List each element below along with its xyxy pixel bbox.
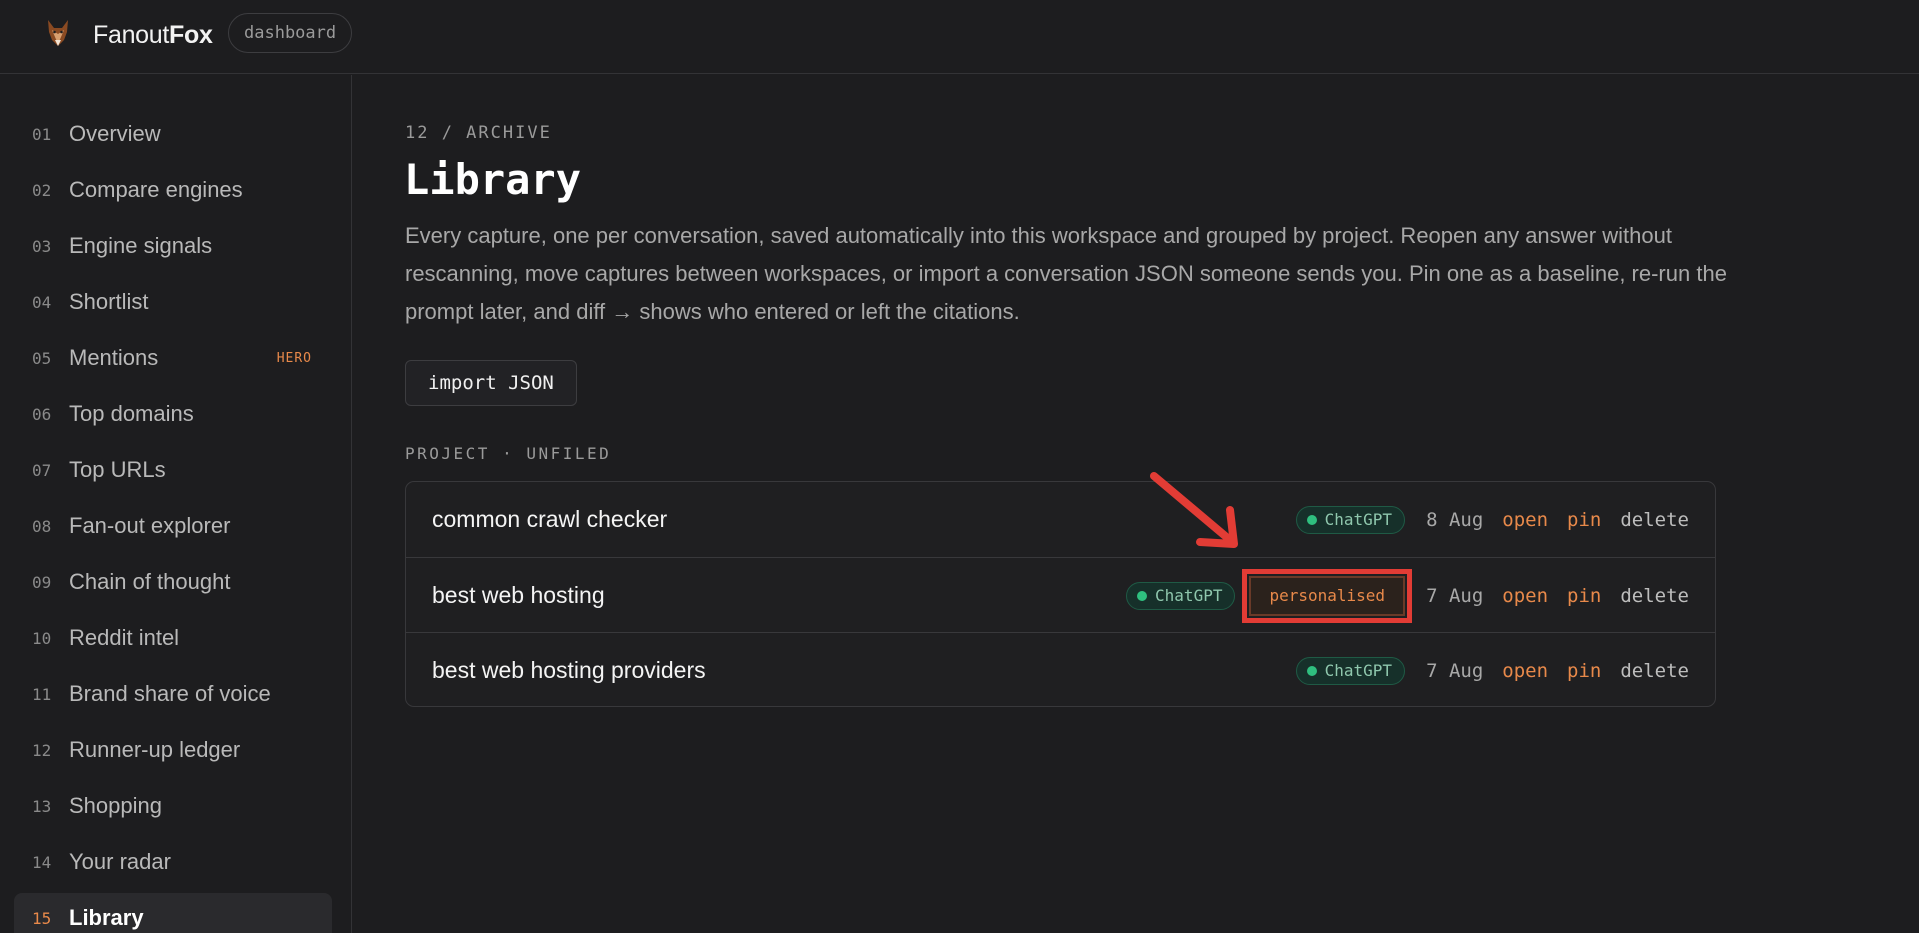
sidebar-item-number: 13 bbox=[32, 797, 52, 816]
sidebar-item-number: 10 bbox=[32, 629, 52, 648]
capture-list: common crawl checker ChatGPT 8 Aug open … bbox=[405, 481, 1716, 707]
sidebar-item-chain-of-thought[interactable]: 09 Chain of thought bbox=[14, 557, 332, 607]
sidebar-item-shortlist[interactable]: 04 Shortlist bbox=[14, 277, 332, 327]
sidebar-item-number: 04 bbox=[32, 293, 52, 312]
capture-actions: ChatGPT 8 Aug open pin delete bbox=[1295, 482, 1689, 557]
section-eyebrow: 12 / ARCHIVE bbox=[405, 123, 552, 143]
brand-bold: Fox bbox=[169, 21, 213, 49]
sidebar-item-number: 08 bbox=[32, 517, 52, 536]
open-link[interactable]: open bbox=[1502, 585, 1548, 607]
sidebar-item-label: Chain of thought bbox=[69, 569, 231, 594]
hero-badge: HERO bbox=[276, 351, 312, 366]
pin-link[interactable]: pin bbox=[1567, 585, 1601, 607]
page-description: Every capture, one per conversation, sav… bbox=[405, 223, 1727, 324]
sidebar-item-label: Top URLs bbox=[69, 457, 166, 482]
sidebar-item-top-domains[interactable]: 06 Top domains bbox=[14, 389, 332, 439]
sidebar-item-label: Fan-out explorer bbox=[69, 513, 231, 538]
engine-badge: ChatGPT bbox=[1295, 656, 1406, 685]
project-section-label: PROJECT · UNFILED bbox=[405, 444, 612, 463]
sidebar-item-label: Mentions bbox=[69, 345, 159, 370]
pin-link[interactable]: pin bbox=[1567, 509, 1601, 531]
sidebar-item-number: 07 bbox=[32, 461, 52, 480]
sidebar-item-number: 15 bbox=[32, 909, 52, 928]
sidebar-item-overview[interactable]: 01 Overview bbox=[14, 109, 332, 159]
main-content: 12 / ARCHIVE Library Every capture, one … bbox=[353, 75, 1919, 933]
capture-date: 7 Aug bbox=[1426, 584, 1484, 607]
sidebar-item-label: Compare engines bbox=[69, 177, 243, 202]
fox-logo-icon[interactable] bbox=[44, 18, 72, 48]
sidebar-item-runner-up-ledger[interactable]: 12 Runner-up ledger bbox=[14, 725, 332, 775]
open-link[interactable]: open bbox=[1502, 509, 1548, 531]
import-json-button[interactable]: import JSON bbox=[405, 360, 577, 406]
sidebar-item-top-urls[interactable]: 07 Top URLs bbox=[14, 445, 332, 495]
capture-title[interactable]: best web hosting providers bbox=[432, 657, 706, 684]
sidebar-item-mentions[interactable]: 05 Mentions HERO bbox=[14, 333, 332, 383]
sidebar-item-number: 02 bbox=[32, 181, 52, 200]
sidebar-item-label: Overview bbox=[69, 121, 161, 146]
breadcrumb-pill[interactable]: dashboard bbox=[228, 13, 353, 53]
sidebar-item-label: Reddit intel bbox=[69, 625, 180, 650]
capture-actions: ChatGPT 7 Aug open pin delete bbox=[1295, 633, 1689, 708]
sidebar-item-label: Shopping bbox=[69, 793, 162, 818]
sidebar-item-compare-engines[interactable]: 02 Compare engines bbox=[14, 165, 332, 215]
capture-date: 7 Aug bbox=[1426, 659, 1484, 682]
sidebar-item-label: Top domains bbox=[69, 401, 194, 426]
sidebar-item-number: 11 bbox=[32, 685, 52, 704]
status-dot-icon bbox=[1137, 590, 1148, 601]
delete-link[interactable]: delete bbox=[1620, 509, 1689, 531]
status-dot-icon bbox=[1306, 665, 1317, 676]
capture-row[interactable]: common crawl checker ChatGPT 8 Aug open … bbox=[406, 482, 1715, 557]
sidebar-item-your-radar[interactable]: 14 Your radar bbox=[14, 837, 332, 887]
delete-link[interactable]: delete bbox=[1620, 585, 1689, 607]
engine-badge: ChatGPT bbox=[1126, 581, 1236, 610]
top-bar: FanoutFox dashboard bbox=[0, 0, 1919, 74]
sidebar-item-number: 05 bbox=[32, 349, 52, 368]
capture-title[interactable]: common crawl checker bbox=[432, 506, 667, 533]
sidebar-item-brand-share-of-voice[interactable]: 11 Brand share of voice bbox=[14, 669, 332, 719]
sidebar-item-label: Engine signals bbox=[69, 233, 213, 258]
pin-link[interactable]: pin bbox=[1567, 660, 1601, 682]
sidebar-item-label: Shortlist bbox=[69, 289, 149, 314]
capture-title[interactable]: best web hosting bbox=[432, 582, 605, 609]
sidebar: 01 Overview 02 Compare engines 03 Engine… bbox=[0, 75, 352, 933]
sidebar-item-label: Your radar bbox=[69, 849, 171, 874]
engine-badge: ChatGPT bbox=[1295, 505, 1406, 534]
sidebar-item-reddit-intel[interactable]: 10 Reddit intel bbox=[14, 613, 332, 663]
capture-actions: ChatGPT personalised 7 Aug open pin dele… bbox=[1126, 558, 1689, 633]
sidebar-item-fan-out-explorer[interactable]: 08 Fan-out explorer bbox=[14, 501, 332, 551]
brand-name[interactable]: FanoutFox bbox=[93, 20, 213, 50]
engine-name: ChatGPT bbox=[1155, 586, 1223, 605]
sidebar-item-number: 12 bbox=[32, 741, 52, 760]
sidebar-item-label: Brand share of voice bbox=[69, 681, 271, 706]
sidebar-item-shopping[interactable]: 13 Shopping bbox=[14, 781, 332, 831]
open-link[interactable]: open bbox=[1502, 660, 1548, 682]
sidebar-item-label: Library bbox=[69, 905, 144, 930]
sidebar-item-label: Runner-up ledger bbox=[69, 737, 241, 762]
personalised-badge: personalised bbox=[1242, 568, 1413, 623]
sidebar-item-number: 03 bbox=[32, 237, 52, 256]
sidebar-item-number: 06 bbox=[32, 405, 52, 424]
brand-prefix: Fanout bbox=[93, 21, 170, 49]
delete-link[interactable]: delete bbox=[1620, 660, 1689, 682]
sidebar-item-number: 01 bbox=[32, 125, 52, 144]
engine-name: ChatGPT bbox=[1324, 661, 1393, 680]
sidebar-item-engine-signals[interactable]: 03 Engine signals bbox=[14, 221, 332, 271]
sidebar-item-number: 14 bbox=[32, 853, 52, 872]
page-title: Library bbox=[404, 155, 582, 204]
status-dot-icon bbox=[1306, 514, 1317, 525]
engine-name: ChatGPT bbox=[1324, 510, 1393, 529]
capture-row[interactable]: best web hosting ChatGPT personalised 7 … bbox=[406, 557, 1715, 632]
sidebar-item-library[interactable]: 15 Library bbox=[14, 893, 332, 933]
sidebar-item-number: 09 bbox=[32, 573, 52, 592]
capture-date: 8 Aug bbox=[1426, 508, 1484, 531]
capture-row[interactable]: best web hosting providers ChatGPT 7 Aug… bbox=[406, 632, 1715, 707]
